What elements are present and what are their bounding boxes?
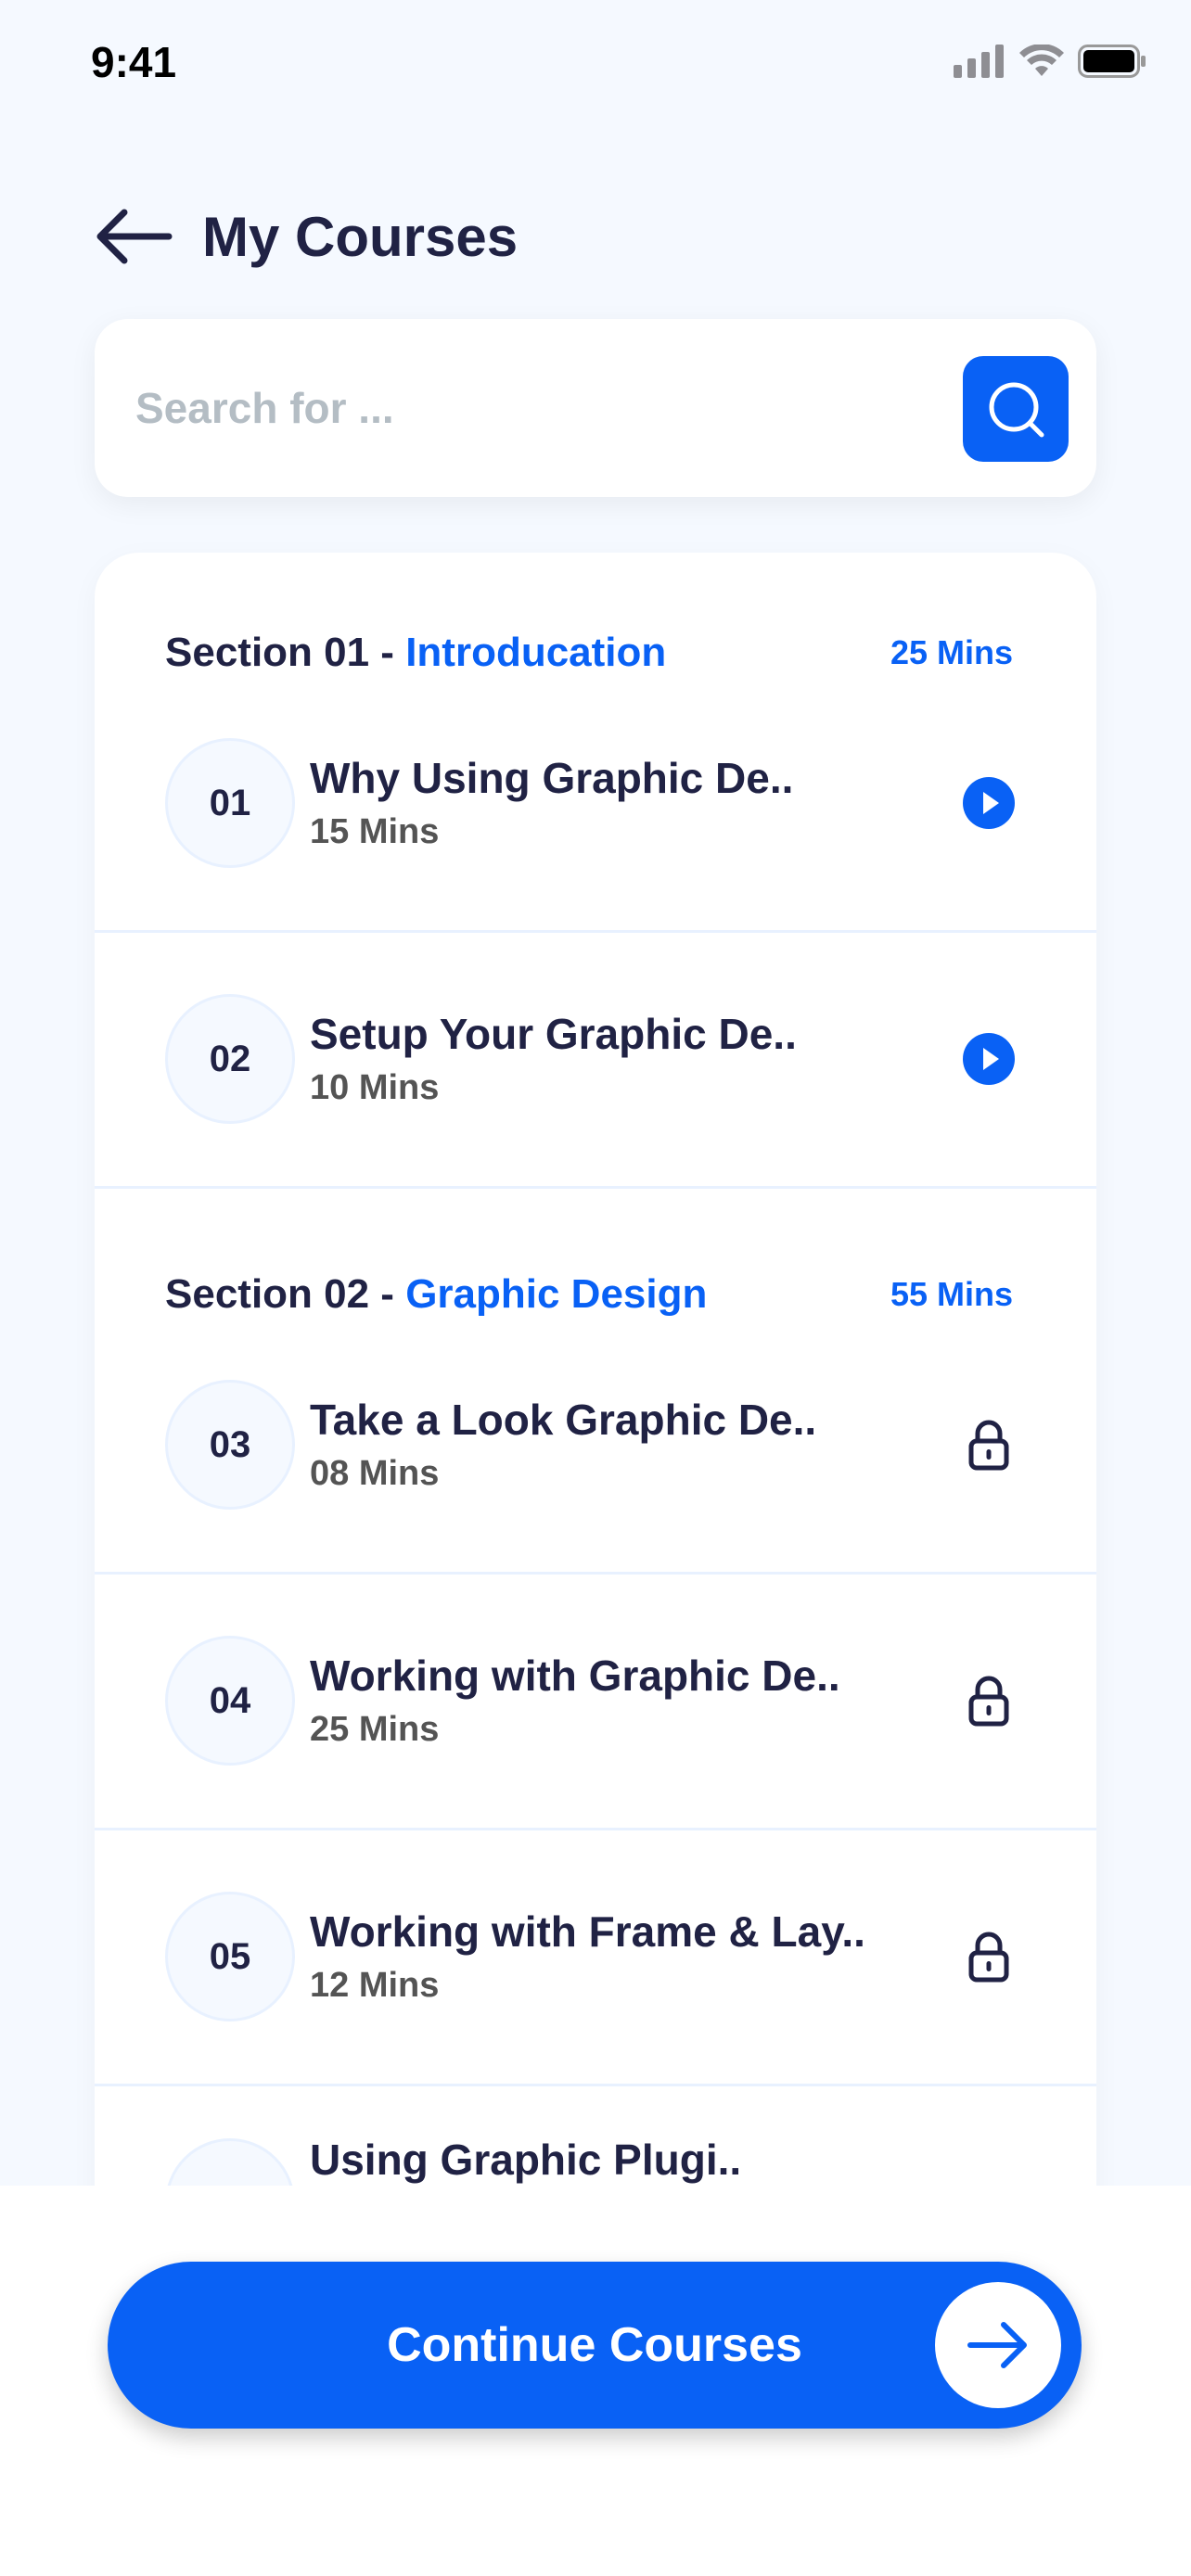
section-name: Introducation xyxy=(405,630,667,675)
lock-icon xyxy=(968,1676,1009,1727)
lesson-number: 04 xyxy=(165,1636,295,1766)
header: My Courses xyxy=(93,195,518,278)
bottom-bar: Continue Courses xyxy=(0,2186,1191,2576)
page-title: My Courses xyxy=(202,205,519,268)
section-title: Section 02 - Graphic Design xyxy=(165,1271,707,1318)
battery-icon xyxy=(1078,45,1146,78)
lesson-number: 02 xyxy=(165,994,295,1124)
section-title-prefix: Section 01 - xyxy=(165,630,406,675)
divider xyxy=(95,1186,1096,1189)
lesson-number: 03 xyxy=(165,1380,295,1510)
lock-icon xyxy=(968,1420,1009,1471)
lesson-title: Using Graphic Plugi.. xyxy=(310,2136,742,2184)
lesson-number: 01 xyxy=(165,738,295,868)
signal-icon xyxy=(954,45,1004,78)
lesson-duration: 12 Mins xyxy=(310,1966,440,2005)
lesson-title: Working with Graphic De.. xyxy=(310,1651,840,1700)
course-content-card: Section 01 - Introducation 25 Mins 01 Wh… xyxy=(95,553,1096,2407)
status-bar: 9:41 xyxy=(0,0,1191,130)
play-button[interactable] xyxy=(961,1031,1017,1087)
lesson-item-01[interactable]: 01 Why Using Graphic De.. 15 Mins xyxy=(95,677,1096,933)
section-title-prefix: Section 02 - xyxy=(165,1271,406,1317)
lesson-item-03[interactable]: 03 Take a Look Graphic De.. 08 Mins xyxy=(95,1319,1096,1575)
search-input[interactable] xyxy=(135,371,952,445)
lock-button[interactable] xyxy=(961,1673,1017,1728)
arrow-right-icon xyxy=(967,2322,1027,2368)
lesson-title: Why Using Graphic De.. xyxy=(310,754,794,802)
lesson-duration: 08 Mins xyxy=(310,1454,440,1493)
search-icon xyxy=(989,382,1044,438)
section-duration: 55 Mins xyxy=(890,1275,1013,1313)
lesson-title: Working with Frame & Lay.. xyxy=(310,1907,865,1956)
lesson-number: 05 xyxy=(165,1892,295,2021)
section-title: Section 01 - Introducation xyxy=(165,630,666,676)
section-duration: 25 Mins xyxy=(890,633,1013,671)
play-icon xyxy=(963,1033,1015,1085)
section-name: Graphic Design xyxy=(405,1271,708,1317)
lesson-title: Setup Your Graphic De.. xyxy=(310,1010,797,1058)
continue-courses-button[interactable]: Continue Courses xyxy=(108,2262,1082,2429)
lock-button[interactable] xyxy=(961,1929,1017,1984)
lesson-item-04[interactable]: 04 Working with Graphic De.. 25 Mins xyxy=(95,1575,1096,1830)
lock-icon xyxy=(968,1932,1009,1983)
status-icons xyxy=(954,45,1146,78)
wifi-icon xyxy=(1019,45,1064,76)
back-button[interactable] xyxy=(93,207,173,266)
section-header-02: Section 02 - Graphic Design 55 Mins xyxy=(165,1267,1013,1322)
search-button[interactable] xyxy=(963,356,1069,462)
section-header-01: Section 01 - Introducation 25 Mins xyxy=(165,625,1013,681)
status-time: 9:41 xyxy=(91,38,177,86)
lesson-item-05[interactable]: 05 Working with Frame & Lay.. 12 Mins xyxy=(95,1830,1096,2086)
arrow-left-icon xyxy=(96,209,173,264)
play-button[interactable] xyxy=(961,775,1017,831)
lesson-title: Take a Look Graphic De.. xyxy=(310,1396,817,1444)
lesson-item-02[interactable]: 02 Setup Your Graphic De.. 10 Mins xyxy=(95,933,1096,1189)
lesson-duration: 15 Mins xyxy=(310,812,440,851)
lock-button[interactable] xyxy=(961,1417,1017,1473)
lesson-duration: 10 Mins xyxy=(310,1068,440,1107)
continue-arrow-circle xyxy=(935,2282,1061,2408)
search-box xyxy=(95,319,1096,497)
play-icon xyxy=(963,777,1015,829)
lesson-duration: 25 Mins xyxy=(310,1710,440,1749)
